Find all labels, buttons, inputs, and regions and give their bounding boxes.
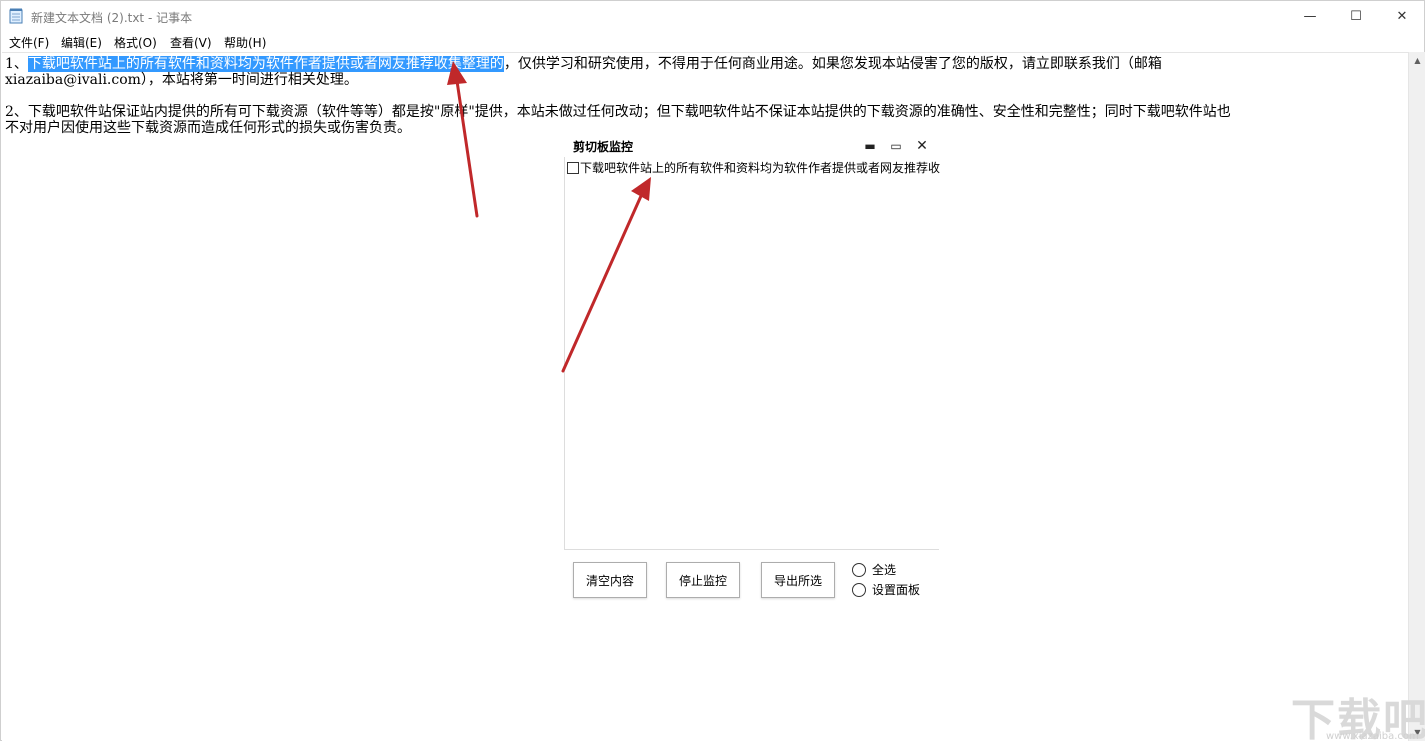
close-button[interactable]: ✕ [1379,1,1425,31]
editor-line-4: 不对用户因使用这些下载资源而造成任何形式的损失或伤害负责。 [5,120,411,136]
clipboard-list[interactable]: 下载吧软件站上的所有软件和资料均为软件作者提供或者网友推荐收 [564,157,940,550]
editor-line-3: 2、下载吧软件站保证站内提供的所有可下载资源（软件等等）都是按"原样"提供，本站… [5,104,1231,120]
select-all-option[interactable]: 全选 [852,561,896,578]
select-all-label: 全选 [872,563,897,577]
editor-line-1: 1、下载吧软件站上的所有软件和资料均为软件作者提供或者网友推荐收集整理的，仅供学… [5,56,1162,72]
maximize-icon: ☐ [1350,8,1362,24]
panel-title: 剪切板监控 [573,140,634,154]
radio-icon[interactable] [852,582,866,597]
editor-line-2: xiazaiba@ivali.com），本站将第一时间进行相关处理。 [5,72,358,88]
panel-minimize-icon: ▬ [864,139,876,153]
settings-panel-option[interactable]: 设置面板 [852,581,920,598]
panel-close-button[interactable]: ✕ [913,137,931,155]
panel-maximize-icon: ▭ [890,139,902,153]
menu-file[interactable]: 文件(F) [9,34,49,51]
panel-maximize-button[interactable]: ▭ [887,137,905,155]
line1-rest: ，仅供学习和研究使用，不得用于任何商业用途。如果您发现本站侵害了您的版权，请立即… [503,56,1162,72]
stop-monitor-button[interactable]: 停止监控 [666,562,740,598]
menu-format[interactable]: 格式(O) [114,34,157,51]
list-item[interactable]: 下载吧软件站上的所有软件和资料均为软件作者提供或者网友推荐收 [567,159,940,176]
selected-text[interactable]: 下载吧软件站上的所有软件和资料均为软件作者提供或者网友推荐收集整理的 [27,56,504,72]
maximize-button[interactable]: ☐ [1333,1,1379,31]
notepad-icon [9,8,23,24]
clipboard-monitor-panel: 剪切板监控 ▬ ▭ ✕ 下载吧软件站上的所有软件和资料均为软件作者提供或者网友推… [564,135,940,605]
panel-close-icon: ✕ [916,138,928,154]
export-selected-button[interactable]: 导出所选 [761,562,835,598]
item-text: 下载吧软件站上的所有软件和资料均为软件作者提供或者网友推荐收 [580,161,941,175]
scroll-up-icon[interactable]: ▲ [1409,52,1425,69]
minimize-button[interactable]: — [1287,1,1333,31]
menu-bar: 文件(F) 编辑(E) 格式(O) 查看(V) 帮助(H) [1,32,1424,52]
menu-view[interactable]: 查看(V) [170,34,212,51]
window-title: 新建文本文档 (2).txt - 记事本 [31,11,193,25]
settings-panel-label: 设置面板 [872,583,921,597]
title-bar[interactable]: 新建文本文档 (2).txt - 记事本 — ☐ ✕ [1,1,1424,31]
notepad-window: 新建文本文档 (2).txt - 记事本 — ☐ ✕ 文件(F) 编辑(E) 格… [0,0,1425,746]
menu-edit[interactable]: 编辑(E) [61,34,102,51]
menu-help[interactable]: 帮助(H) [224,34,266,51]
radio-icon[interactable] [852,562,866,577]
line1-prefix: 1、 [5,56,28,72]
clear-content-button[interactable]: 清空内容 [573,562,647,598]
close-icon: ✕ [1396,8,1408,24]
item-checkbox[interactable] [567,161,579,174]
watermark-url: www.xiazaiba.com [1326,731,1419,742]
minimize-icon: — [1303,8,1317,24]
vertical-scrollbar[interactable]: ▲ ▼ [1408,52,1425,741]
panel-minimize-button[interactable]: ▬ [861,137,879,155]
